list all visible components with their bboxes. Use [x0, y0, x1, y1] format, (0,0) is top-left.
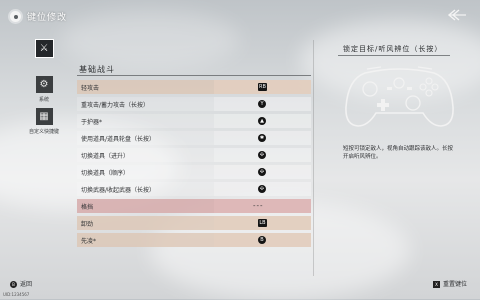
- back-arrow-icon[interactable]: [446, 8, 468, 22]
- back-label: 返回: [20, 281, 33, 288]
- detail-description: 短按可锁定敌人，视角自动跟踪该敌人。长按开启听风辨位。: [343, 146, 454, 160]
- binding-row[interactable]: 格挡 ---: [77, 199, 311, 213]
- binding-label: 切换道具（顺序）: [81, 170, 130, 177]
- sidebar-item-label: 系统: [38, 97, 49, 103]
- sidebar-item-combat[interactable]: ⚔: [26, 40, 62, 60]
- panel-divider: [313, 40, 314, 276]
- crossed-swords-icon: ⚔: [35, 40, 53, 57]
- sidebar-item-system[interactable]: ⚙ 系统: [26, 76, 62, 103]
- binding-label: 切换武器/收起武器（长按）: [81, 187, 156, 194]
- dpad-icon: ✣: [258, 185, 266, 193]
- uid-text: UID:1234567: [3, 292, 30, 297]
- dpad-icon: ✱: [258, 134, 266, 142]
- dpad-icon: ✣: [258, 168, 266, 176]
- b-button-icon: B: [10, 281, 17, 288]
- top-bar: 键位修改: [0, 0, 480, 34]
- binding-row[interactable]: 切换武器/收起武器（长按） ✣: [77, 182, 311, 196]
- unbound-key: ---: [253, 202, 264, 210]
- detail-title: 锁定目标/听风辨位（长按）: [343, 45, 443, 53]
- lb-button-icon: LB: [258, 219, 267, 227]
- reset-keys-button[interactable]: X 重置键位: [433, 279, 467, 288]
- gear-icon: ⚙: [35, 76, 53, 93]
- b-button-icon: B: [258, 236, 266, 244]
- page-title: 键位修改: [27, 13, 68, 23]
- rb-button-icon: RB: [258, 83, 267, 91]
- binding-row[interactable]: 切换道具（进升） ✣: [77, 148, 311, 162]
- reset-label: 重置键位: [443, 281, 468, 288]
- settings-gear-icon: [10, 11, 21, 22]
- dpad-icon: ✣: [258, 151, 266, 159]
- section-title: 基础战斗: [79, 65, 115, 74]
- binding-label: 重攻击/蓄力攻击（长按）: [81, 102, 150, 109]
- binding-row[interactable]: 轻攻击 RB: [77, 80, 311, 94]
- sidebar-item-label: 自定义快捷键: [28, 129, 59, 135]
- binding-row[interactable]: 于护器* ▲: [77, 114, 311, 128]
- x-button-icon: X: [433, 281, 440, 288]
- back-button[interactable]: B 返回: [10, 279, 32, 288]
- binding-label: 于护器*: [81, 119, 103, 126]
- binding-row[interactable]: 先凌* B: [77, 233, 311, 247]
- grid-icon: ▦: [35, 108, 53, 125]
- binding-row[interactable]: 切换道具（顺序） ✣: [77, 165, 311, 179]
- section-divider: [77, 75, 311, 76]
- binding-label: 切换道具（进升）: [81, 153, 130, 160]
- sidebar-item-custom-shortcuts[interactable]: ▦ 自定义快捷键: [26, 108, 62, 135]
- binding-row[interactable]: 卸劲 LB: [77, 216, 311, 230]
- y-button-icon: Y: [258, 100, 266, 108]
- binding-row[interactable]: 使用道具/道具轮盘（长按） ✱: [77, 131, 311, 145]
- detail-divider: [338, 55, 450, 56]
- binding-row[interactable]: 重攻击/蓄力攻击（长按） Y: [77, 97, 311, 111]
- gamepad-icon: [343, 63, 456, 131]
- binding-label: 使用道具/道具轮盘（长按）: [81, 136, 156, 143]
- binding-label: 格挡: [81, 204, 94, 211]
- binding-label: 卸劲: [81, 221, 94, 228]
- binding-label: 先凌*: [81, 238, 97, 245]
- lt-trigger-icon: ▲: [258, 117, 266, 125]
- binding-label: 轻攻击: [81, 85, 100, 92]
